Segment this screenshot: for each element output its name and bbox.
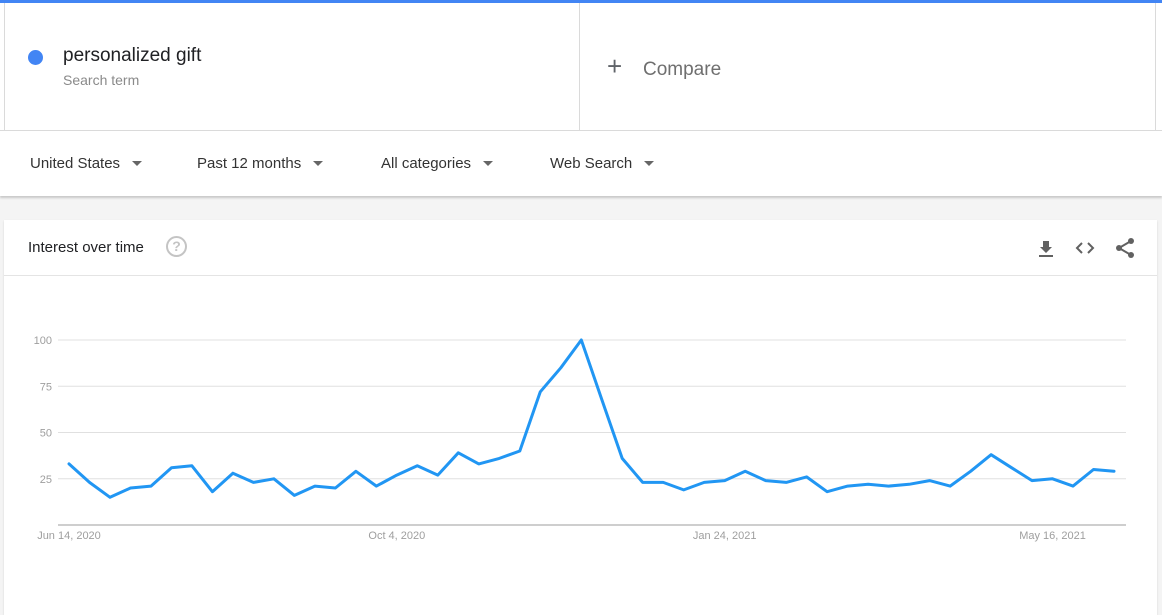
data-point [887,484,891,488]
data-point [846,484,850,488]
caret-down-icon [483,161,494,166]
data-point [415,464,419,468]
search-term-subtitle: Search term [63,72,140,88]
compare-button[interactable]: + Compare [580,3,1156,131]
filter-region-label: United States [30,155,121,172]
data-point [1030,479,1034,483]
search-term-name[interactable]: personalized gift [63,45,201,67]
data-point [1092,468,1096,472]
filter-bar: United States Past 12 months All categor… [0,131,1162,196]
caret-down-icon [644,161,655,166]
explore-header: personalized gift Search term + Compare … [0,3,1162,196]
data-point [436,473,440,477]
data-point [661,480,665,484]
data-point [579,338,583,342]
y-tick-label: 100 [34,335,52,347]
data-point [354,469,358,473]
y-tick-label: 75 [40,381,52,393]
data-point [620,456,624,460]
data-point [641,480,645,484]
data-point [723,479,727,483]
data-point [169,466,173,470]
data-point [989,453,993,457]
compare-label: Compare [643,59,722,80]
data-point [1051,477,1055,481]
data-point [477,462,481,466]
data-point [292,493,296,497]
data-point [272,477,276,481]
data-point [784,480,788,484]
data-point [108,495,112,499]
x-tick-label: Jun 14, 2020 [37,530,101,542]
data-point [969,469,973,473]
y-tick-label: 25 [40,474,52,486]
data-point [456,451,460,455]
filter-search-type-label: Web Search [550,155,633,172]
data-point [231,471,235,475]
data-point [1071,484,1075,488]
caret-down-icon [132,161,143,166]
interest-line-chart: 25 50 75 100 Jun 14, 2020 Oct 4, 2020 Jan 24, … [34,335,1126,542]
filter-category[interactable]: All categories [381,155,494,172]
y-tick-label: 50 [40,428,52,440]
filter-region[interactable]: United States [30,155,143,172]
data-point [518,449,522,453]
data-point [149,484,153,488]
data-point [600,397,604,401]
data-point [210,490,214,494]
data-point [907,482,911,486]
data-point [805,475,809,479]
data-point [1010,466,1014,470]
search-term-box[interactable]: personalized gift Search term [4,3,580,131]
filter-category-label: All categories [381,155,472,172]
data-point [559,366,563,370]
data-point [333,486,337,490]
data-point [395,473,399,477]
data-point [190,464,194,468]
data-point [928,479,932,483]
filter-search-type[interactable]: Web Search [550,155,655,172]
data-point [743,469,747,473]
filter-time-range-label: Past 12 months [197,155,302,172]
series-line-personalized-gift [67,338,1116,499]
data-point [825,490,829,494]
data-point [948,484,952,488]
data-point [1112,469,1116,473]
filter-time-range[interactable]: Past 12 months [197,155,324,172]
data-point [702,480,706,484]
x-tick-label: May 16, 2021 [1019,530,1086,542]
data-point [866,482,870,486]
data-point [682,488,686,492]
data-point [538,390,542,394]
data-point [374,484,378,488]
plus-icon: + [607,51,623,81]
caret-down-icon [313,161,324,166]
data-point [313,484,317,488]
interest-over-time-card: Interest over time ? 25 50 75 100 Jun 14, 20… [4,220,1157,615]
data-point [251,480,255,484]
term-color-dot [28,50,43,65]
data-point [67,462,71,466]
data-point [497,456,501,460]
x-tick-label: Oct 4, 2020 [368,530,425,542]
data-point [87,480,91,484]
data-point [128,486,132,490]
x-tick-label: Jan 24, 2021 [693,530,757,542]
data-point [764,479,768,483]
